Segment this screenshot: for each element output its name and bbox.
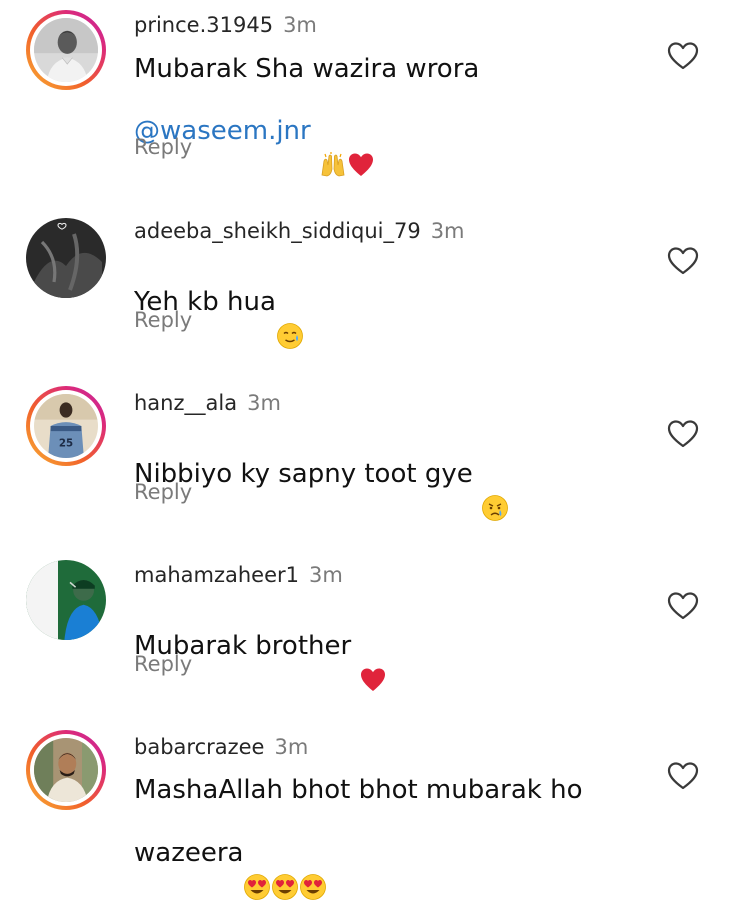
heart-outline-icon [667, 592, 699, 620]
username[interactable]: babarcrazee [134, 735, 264, 759]
heart-eyes-emoji [271, 809, 299, 900]
username[interactable]: prince.31945 [134, 13, 273, 37]
timestamp: 3m [247, 391, 281, 415]
avatar[interactable] [26, 218, 106, 298]
comment-text: Yeh kb hua [134, 258, 634, 349]
red-heart-emoji [359, 602, 387, 691]
heart-eyes-emoji [299, 809, 327, 900]
username[interactable]: adeeba_sheikh_siddiqui_79 [134, 219, 421, 243]
comment-text: Mubarak brother [134, 602, 634, 691]
comment-meta: prince.31945 3m [134, 12, 317, 38]
timestamp: 3m [274, 735, 309, 759]
avatar[interactable] [26, 560, 106, 640]
username[interactable]: mahamzaheer1 [134, 563, 299, 587]
heart-outline-icon [667, 247, 699, 275]
comment-meta: adeeba_sheikh_siddiqui_79 3m [134, 218, 465, 244]
comment-text: Mubarak Sha wazira wrora [134, 54, 480, 84]
like-button[interactable] [666, 245, 700, 277]
heart-outline-icon [667, 42, 699, 70]
timestamp: 3m [309, 563, 343, 587]
username[interactable]: hanz__ala [134, 391, 237, 415]
avatar[interactable]: 25 [26, 386, 106, 466]
like-button[interactable] [666, 40, 700, 72]
avatar[interactable] [26, 730, 106, 810]
red-heart-emoji [347, 87, 375, 176]
comment-text: MashaAllah bhot bhot mubarak ho [134, 775, 583, 805]
smiling-tear-emoji [276, 258, 304, 349]
comment-text-line2: wazeera [134, 809, 634, 900]
reply-button[interactable]: Reply [134, 307, 192, 333]
comment-text-line2: @waseem.jnr [134, 87, 634, 177]
like-button[interactable] [666, 760, 700, 792]
comment-meta: babarcrazee 3m [134, 734, 308, 760]
comment-meta: mahamzaheer1 3m [134, 562, 343, 588]
heart-outline-icon [667, 420, 699, 448]
jersey-number: 25 [59, 437, 73, 449]
reply-button[interactable]: Reply [134, 134, 192, 160]
like-button[interactable] [666, 418, 700, 450]
crying-face-emoji [481, 430, 509, 521]
comment-meta: hanz__ala 3m [134, 390, 281, 416]
heart-outline-icon [667, 762, 699, 790]
comment-text: Nibbiyo ky sapny toot gye [134, 430, 634, 521]
reply-button[interactable]: Reply [134, 651, 192, 677]
timestamp: 3m [430, 219, 465, 243]
avatar[interactable] [26, 10, 106, 90]
raising-hands-emoji [319, 87, 347, 177]
reply-button[interactable]: Reply [134, 479, 192, 505]
timestamp: 3m [283, 13, 317, 37]
like-button[interactable] [666, 590, 700, 622]
heart-eyes-emoji [243, 809, 271, 900]
